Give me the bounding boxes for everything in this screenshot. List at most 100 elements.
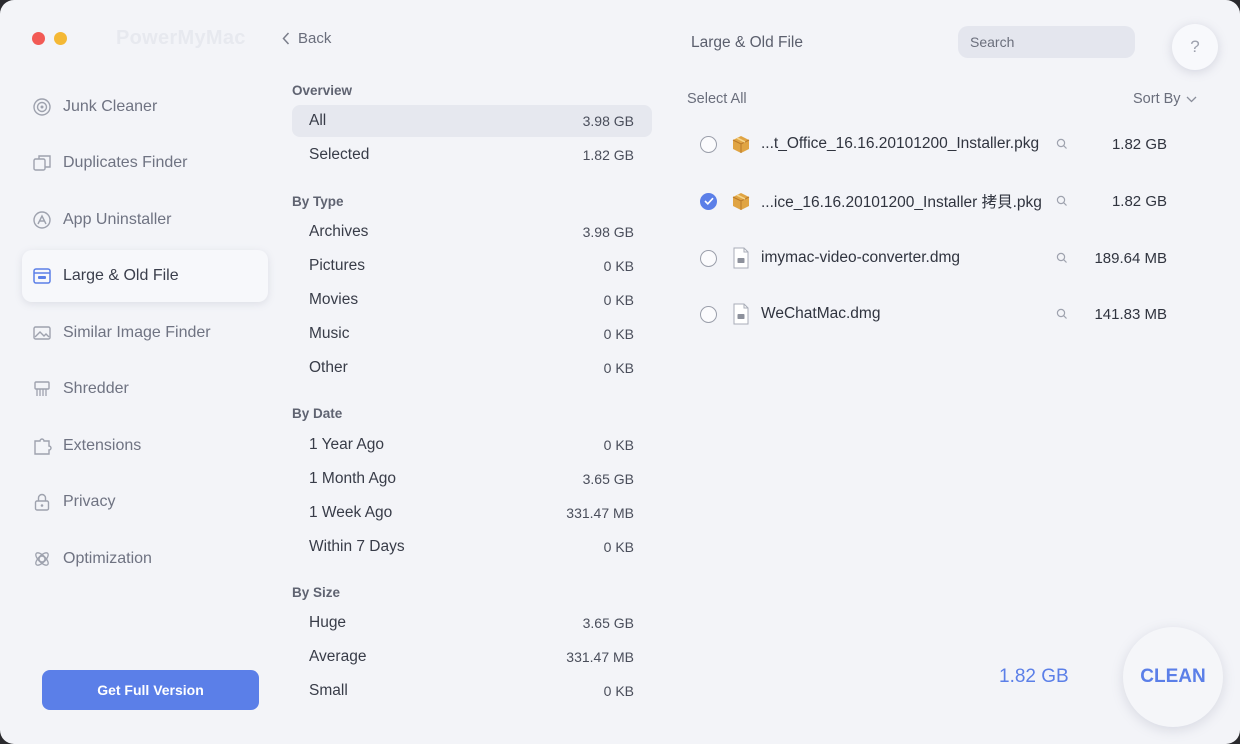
category-row-movies[interactable]: Movies 0 KB bbox=[292, 284, 652, 316]
back-label: Back bbox=[298, 30, 332, 47]
preview-search-icon[interactable] bbox=[1053, 195, 1071, 207]
category-row-other[interactable]: Other 0 KB bbox=[292, 352, 652, 384]
sidebar-item-label: Optimization bbox=[63, 550, 152, 567]
file-row[interactable]: imymac-video-converter.dmg 189.64 MB bbox=[700, 241, 1180, 275]
sidebar-item-label: Privacy bbox=[63, 493, 116, 510]
checkmark-icon bbox=[703, 197, 714, 205]
category-row-music[interactable]: Music 0 KB bbox=[292, 318, 652, 350]
sort-by-dropdown[interactable]: Sort By bbox=[1133, 91, 1197, 107]
category-size: 0 KB bbox=[603, 292, 634, 308]
file-size: 189.64 MB bbox=[1094, 249, 1167, 267]
clean-button[interactable]: CLEAN bbox=[1123, 627, 1223, 727]
by-type-heading: By Type bbox=[292, 194, 344, 209]
chevron-down-icon bbox=[1186, 96, 1197, 102]
category-size: 3.98 GB bbox=[582, 113, 634, 129]
sidebar-item-junk-cleaner[interactable]: Junk Cleaner bbox=[22, 81, 268, 133]
sidebar-item-large-old-file[interactable]: Large & Old File bbox=[22, 250, 268, 302]
help-button[interactable]: ? bbox=[1172, 24, 1218, 70]
sidebar-item-optimization[interactable]: Optimization bbox=[22, 533, 268, 585]
sidebar-item-duplicates-finder[interactable]: Duplicates Finder bbox=[22, 137, 268, 189]
category-label: Pictures bbox=[309, 257, 365, 274]
back-button[interactable]: Back bbox=[282, 30, 331, 47]
file-checkbox[interactable] bbox=[700, 192, 717, 210]
file-row[interactable]: ...t_Office_16.16.20101200_Installer.pkg… bbox=[700, 127, 1180, 161]
sidebar-item-label: Large & Old File bbox=[63, 267, 179, 284]
category-size: 3.98 GB bbox=[582, 224, 634, 240]
file-row[interactable]: ...ice_16.16.20101200_Installer 拷貝.pkg 1… bbox=[700, 184, 1180, 218]
sidebar-item-label: Extensions bbox=[63, 437, 142, 454]
category-row-1-week-ago[interactable]: 1 Week Ago 331.47 MB bbox=[292, 497, 652, 529]
by-size-heading: By Size bbox=[292, 585, 341, 600]
category-row-1-month-ago[interactable]: 1 Month Ago 3.65 GB bbox=[292, 463, 652, 495]
sidebar-item-app-uninstaller[interactable]: App Uninstaller bbox=[22, 194, 268, 246]
file-checkbox[interactable] bbox=[700, 249, 717, 267]
app-brand: PowerMyMac bbox=[116, 27, 246, 49]
get-full-version-button[interactable]: Get Full Version bbox=[42, 670, 259, 710]
large-file-icon bbox=[32, 266, 52, 286]
category-label: 1 Week Ago bbox=[309, 504, 393, 521]
extensions-icon bbox=[32, 436, 52, 456]
category-size: 331.47 MB bbox=[566, 505, 634, 521]
file-checkbox[interactable] bbox=[700, 305, 717, 323]
category-size: 331.47 MB bbox=[566, 649, 634, 665]
category-label: 1 Month Ago bbox=[309, 470, 397, 487]
sidebar-item-extensions[interactable]: Extensions bbox=[22, 420, 268, 472]
sidebar-item-label: Duplicates Finder bbox=[63, 154, 188, 171]
sort-by-label: Sort By bbox=[1133, 91, 1181, 107]
app-uninstaller-icon bbox=[32, 210, 52, 230]
category-size: 0 KB bbox=[603, 360, 634, 376]
category-label: Average bbox=[309, 648, 367, 665]
category-size: 0 KB bbox=[603, 683, 634, 699]
search-input[interactable] bbox=[970, 34, 1151, 50]
file-name: ...t_Office_16.16.20101200_Installer.pkg bbox=[761, 135, 1040, 152]
category-label: All bbox=[309, 112, 327, 129]
category-label: Movies bbox=[309, 291, 359, 308]
duplicates-icon bbox=[32, 153, 52, 173]
category-size: 3.65 GB bbox=[582, 615, 634, 631]
category-row-pictures[interactable]: Pictures 0 KB bbox=[292, 250, 652, 282]
file-size: 1.82 GB bbox=[1111, 192, 1167, 210]
sidebar-item-privacy[interactable]: Privacy bbox=[22, 476, 268, 528]
category-row-within-7-days[interactable]: Within 7 Days 0 KB bbox=[292, 531, 652, 563]
category-size: 0 KB bbox=[603, 539, 634, 555]
overview-heading: Overview bbox=[292, 83, 353, 98]
file-size: 1.82 GB bbox=[1111, 135, 1167, 153]
sidebar-item-label: Junk Cleaner bbox=[63, 98, 158, 115]
category-row-archives[interactable]: Archives 3.98 GB bbox=[292, 216, 652, 248]
disk-image-icon bbox=[730, 247, 752, 269]
category-size: 0 KB bbox=[603, 326, 634, 342]
file-size: 141.83 MB bbox=[1094, 305, 1167, 323]
disk-image-icon bbox=[730, 303, 752, 325]
close-window-button[interactable] bbox=[32, 32, 45, 45]
search-box[interactable] bbox=[958, 26, 1151, 58]
category-label: Small bbox=[309, 682, 348, 699]
file-checkbox[interactable] bbox=[700, 135, 717, 153]
sidebar-item-shredder[interactable]: Shredder bbox=[22, 363, 268, 415]
category-row-1-year-ago[interactable]: 1 Year Ago 0 KB bbox=[292, 429, 652, 461]
file-row[interactable]: WeChatMac.dmg 141.83 MB bbox=[700, 297, 1180, 331]
preview-search-icon[interactable] bbox=[1053, 252, 1071, 264]
category-label: Other bbox=[309, 359, 348, 376]
category-row-average[interactable]: Average 331.47 MB bbox=[292, 641, 652, 673]
category-row-selected[interactable]: Selected 1.82 GB bbox=[292, 139, 652, 171]
file-name: WeChatMac.dmg bbox=[761, 305, 881, 322]
category-row-all[interactable]: All 3.98 GB bbox=[292, 105, 652, 137]
sidebar-item-label: Similar Image Finder bbox=[63, 324, 211, 341]
select-all-button[interactable]: Select All bbox=[687, 91, 747, 107]
category-row-small[interactable]: Small 0 KB bbox=[292, 675, 652, 707]
category-label: Selected bbox=[309, 146, 370, 163]
package-icon bbox=[730, 133, 752, 155]
minimize-window-button[interactable] bbox=[54, 32, 67, 45]
category-row-huge[interactable]: Huge 3.65 GB bbox=[292, 607, 652, 639]
category-label: 1 Year Ago bbox=[309, 436, 384, 453]
file-name: imymac-video-converter.dmg bbox=[761, 249, 960, 266]
chevron-left-icon bbox=[282, 32, 290, 45]
category-label: Archives bbox=[309, 223, 369, 240]
sidebar-item-similar-image-finder[interactable]: Similar Image Finder bbox=[22, 307, 268, 359]
panel-title: Large & Old File bbox=[691, 34, 803, 51]
preview-search-icon[interactable] bbox=[1053, 138, 1071, 150]
preview-search-icon[interactable] bbox=[1053, 308, 1071, 320]
shredder-icon bbox=[32, 379, 52, 399]
sidebar-item-label: Shredder bbox=[63, 380, 129, 397]
image-icon bbox=[32, 323, 52, 343]
